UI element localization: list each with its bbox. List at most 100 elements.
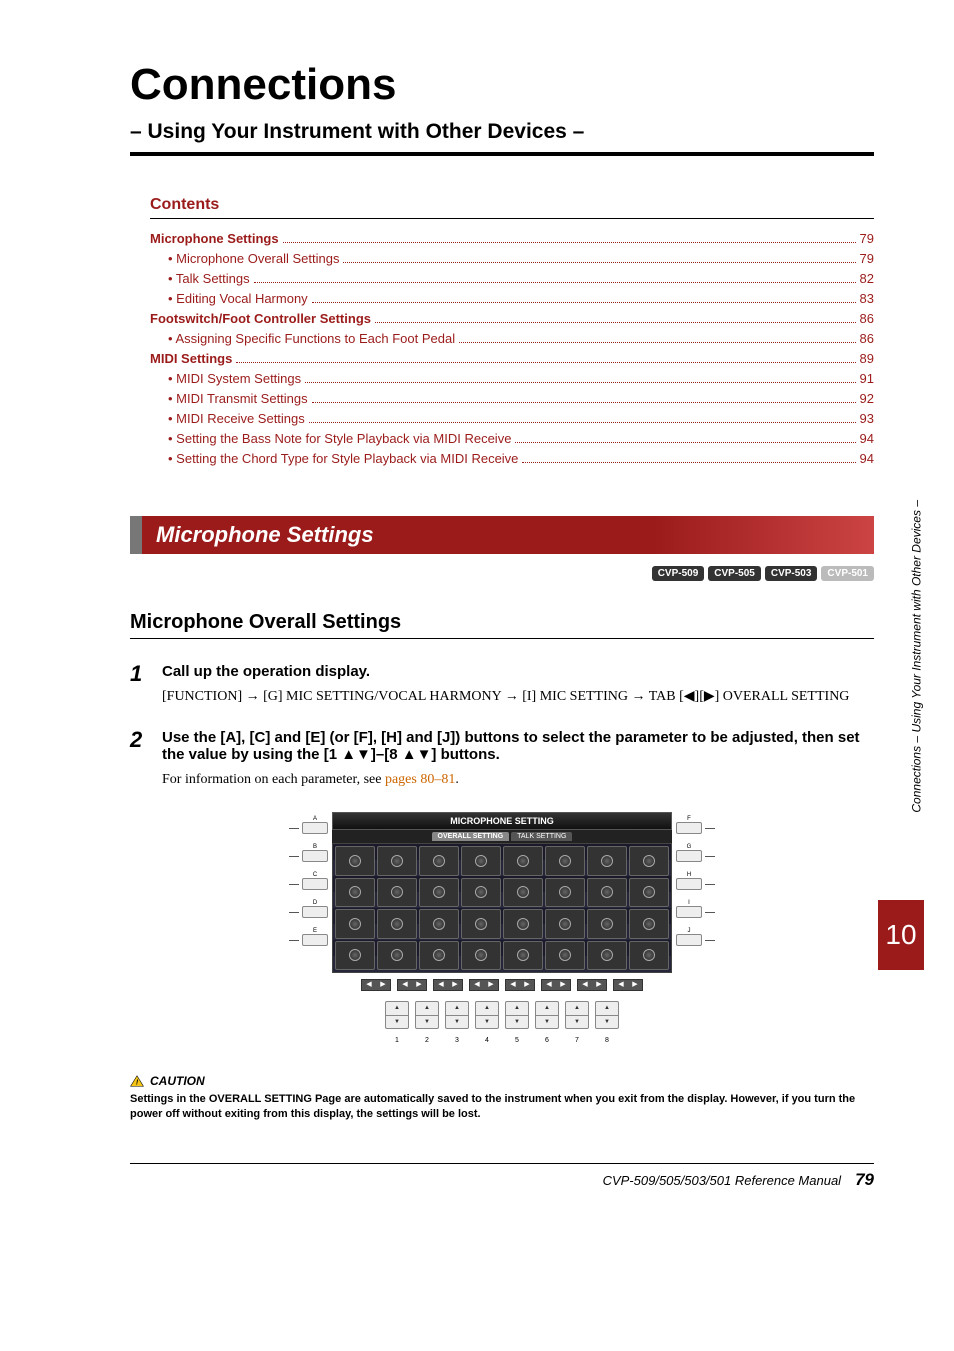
screenshot-button-number: 3	[445, 1037, 469, 1044]
toc-entry[interactable]: • Editing Vocal Harmony83	[150, 291, 874, 306]
toc-dots	[375, 322, 856, 323]
step-title: Call up the operation display.	[162, 663, 874, 680]
toc-label: • Setting the Bass Note for Style Playba…	[168, 431, 511, 446]
device-screenshot: ABCDE MICROPHONE SETTING OVERALL SETTING…	[130, 812, 874, 1044]
screenshot-knob	[461, 941, 501, 971]
screenshot-knob	[629, 878, 669, 908]
toc-page: 93	[860, 411, 874, 426]
screenshot-knob	[545, 846, 585, 876]
screenshot-side-button	[302, 878, 328, 890]
toc-entry[interactable]: • MIDI Transmit Settings92	[150, 391, 874, 406]
toc-label: Microphone Settings	[150, 231, 279, 246]
screenshot-arrow-button: ◀▶	[541, 979, 571, 991]
step-2: 2 Use the [A], [C] and [E] (or [F], [H] …	[130, 729, 874, 790]
toc-dots	[283, 242, 856, 243]
screenshot-knob	[503, 941, 543, 971]
screenshot-updown-button: ▲▼	[535, 1001, 559, 1029]
screenshot-knob	[587, 846, 627, 876]
subsection-heading: Microphone Overall Settings	[130, 611, 874, 634]
step-text-post: .	[455, 772, 459, 787]
subsection-rule	[130, 638, 874, 639]
toc-page: 86	[860, 311, 874, 326]
toc-page: 89	[860, 351, 874, 366]
toc-dots	[522, 462, 855, 463]
screenshot-knob	[377, 909, 417, 939]
toc-page: 91	[860, 371, 874, 386]
toc-page: 79	[860, 231, 874, 246]
toc-page: 82	[860, 271, 874, 286]
screenshot-knob	[629, 909, 669, 939]
page-title: Connections	[130, 60, 874, 110]
screenshot-button-number: 5	[505, 1037, 529, 1044]
screenshot-knob	[461, 878, 501, 908]
toc-label: • MIDI Receive Settings	[168, 411, 305, 426]
model-chips-row: CVP-509CVP-505CVP-503CVP-501	[130, 566, 874, 581]
toc-page: 86	[860, 331, 874, 346]
screenshot-side-button	[676, 906, 702, 918]
step-text: For information on each parameter, see p…	[162, 769, 874, 790]
toc-label: MIDI Settings	[150, 351, 232, 366]
screenshot-side-button	[676, 934, 702, 946]
screenshot-updown-button: ▲▼	[445, 1001, 469, 1029]
screenshot-arrow-button: ◀▶	[397, 979, 427, 991]
toc-entry[interactable]: • Setting the Chord Type for Style Playb…	[150, 451, 874, 466]
screenshot-knob	[587, 941, 627, 971]
page-reference-link[interactable]: pages 80–81	[385, 772, 455, 787]
screenshot-arrow-row: ◀▶◀▶◀▶◀▶◀▶◀▶◀▶◀▶	[332, 979, 672, 991]
screenshot-knob	[335, 941, 375, 971]
screenshot-side-button	[302, 934, 328, 946]
screenshot-side-button	[676, 822, 702, 834]
toc-entry[interactable]: Microphone Settings 79	[150, 231, 874, 246]
screenshot-panel	[332, 843, 672, 973]
model-chip: CVP-505	[708, 566, 761, 581]
step-text-pre: For information on each parameter, see	[162, 772, 385, 787]
step-1: 1 Call up the operation display. [FUNCTI…	[130, 663, 874, 707]
screenshot-tabs: OVERALL SETTING TALK SETTING	[332, 830, 672, 843]
toc-entry[interactable]: • Talk Settings82	[150, 271, 874, 286]
toc-dots	[305, 382, 855, 383]
toc-label: • MIDI System Settings	[168, 371, 301, 386]
step-title: Use the [A], [C] and [E] (or [F], [H] an…	[162, 729, 874, 763]
screenshot-knob	[377, 878, 417, 908]
screenshot-button-number: 1	[385, 1037, 409, 1044]
caution-heading: CAUTION	[150, 1074, 205, 1088]
toc-entry[interactable]: • MIDI Receive Settings 93	[150, 411, 874, 426]
toc-entry[interactable]: • Setting the Bass Note for Style Playba…	[150, 431, 874, 446]
screenshot-updown-button: ▲▼	[505, 1001, 529, 1029]
screenshot-knob	[377, 941, 417, 971]
screenshot-updown-button: ▲▼	[475, 1001, 499, 1029]
toc-dots	[236, 362, 855, 363]
toc-entry[interactable]: MIDI Settings 89	[150, 351, 874, 366]
toc-page: 83	[860, 291, 874, 306]
screenshot-knob	[545, 941, 585, 971]
screenshot-side-button	[302, 822, 328, 834]
toc-dots	[254, 282, 856, 283]
screenshot-knob	[629, 846, 669, 876]
screenshot-button-number: 7	[565, 1037, 589, 1044]
screenshot-number-row: 12345678	[302, 1037, 702, 1044]
toc-entry[interactable]: • Microphone Overall Settings79	[150, 251, 874, 266]
toc-entry[interactable]: • MIDI System Settings 91	[150, 371, 874, 386]
screenshot-button-number: 8	[595, 1037, 619, 1044]
toc-entry[interactable]: Footswitch/Foot Controller Settings86	[150, 311, 874, 326]
toc-page: 92	[860, 391, 874, 406]
screenshot-knob	[419, 846, 459, 876]
screenshot-arrow-button: ◀▶	[577, 979, 607, 991]
screenshot-side-button	[302, 850, 328, 862]
screenshot-arrow-button: ◀▶	[505, 979, 535, 991]
screenshot-button-number: 4	[475, 1037, 499, 1044]
screenshot-updown-button: ▲▼	[385, 1001, 409, 1029]
section-heading: Microphone Settings	[130, 516, 874, 554]
screenshot-side-button	[302, 906, 328, 918]
model-chip: CVP-503	[765, 566, 818, 581]
caution-box: ! CAUTION Settings in the OVERALL SETTIN…	[130, 1074, 874, 1123]
screenshot-knob	[503, 909, 543, 939]
toc-entry[interactable]: • Assigning Specific Functions to Each F…	[150, 331, 874, 346]
toc-page: 79	[860, 251, 874, 266]
toc-page: 94	[860, 431, 874, 446]
side-chapter-label: Connections – Using Your Instrument with…	[910, 500, 924, 813]
caution-text: Settings in the OVERALL SETTING Page are…	[130, 1092, 874, 1123]
screenshot-knob	[335, 878, 375, 908]
contents-heading: Contents	[150, 196, 874, 214]
screenshot-tab-active: OVERALL SETTING	[432, 832, 510, 841]
